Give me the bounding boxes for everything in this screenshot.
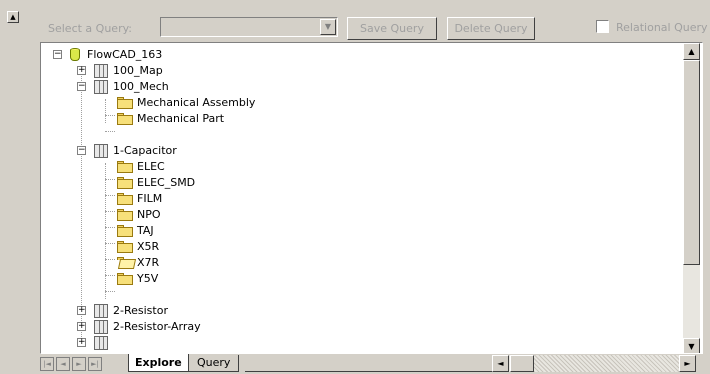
tree-leaf-label: X7R [137,256,160,269]
tree-group-label: 2-Resistor [113,304,168,317]
tree-group-2-resistor-array[interactable]: + 2-Resistor-Array [77,319,277,335]
tree-connector [105,131,115,132]
expand-icon[interactable]: + [77,306,86,315]
table-icon [94,320,108,334]
tree-connector [105,243,115,244]
tree-leaf-mechanical-assembly[interactable]: Mechanical Assembly [117,95,367,111]
relational-query-label: Relational Query [616,21,708,34]
vertical-scrollbar[interactable]: ▲ ▼ [683,43,700,353]
folder-icon [117,97,133,109]
select-query-dropdown[interactable]: ▼ [160,17,338,37]
tree-group-2-resistor[interactable]: + 2-Resistor [77,303,277,319]
collapse-icon[interactable]: − [77,146,86,155]
explore-tree-panel: − FlowCAD_163 + 100_Map − 100_Mech Mecha… [40,42,703,354]
tree-group-100-map[interactable]: + 100_Map [77,63,277,79]
tree-group-label: 1-Capacitor [113,144,177,157]
tree-connector [105,163,106,299]
tree-leaf-label: Mechanical Part [137,112,225,125]
next-tab-icon[interactable]: ► [72,357,86,371]
folder-icon [117,161,133,173]
folder-icon [117,209,133,221]
tree-leaf-mechanical-part[interactable]: Mechanical Part [117,111,367,127]
vertical-scroll-thumb[interactable] [683,60,700,265]
tree-connector [105,99,106,123]
tree-root-label: FlowCAD_163 [87,48,163,61]
horizontal-scroll-thumb[interactable] [510,355,534,372]
query-toolbar: Select a Query: ▼ Save Query Delete Quer… [20,12,710,42]
table-icon [94,304,108,318]
expand-icon[interactable]: + [77,66,86,75]
tree-leaf-taj[interactable]: TAJ [117,223,317,239]
prev-tab-icon[interactable]: ◄ [56,357,70,371]
tree-leaf-label: ELEC_SMD [137,176,196,189]
expand-icon[interactable]: + [77,322,86,331]
tab-explore[interactable]: Explore [128,354,189,372]
relational-query-checkbox[interactable] [596,20,609,33]
collapse-arrow-icon[interactable]: ▲ [7,11,19,23]
folder-icon [117,177,133,189]
tree-connector [105,291,115,292]
tree-connector [105,227,115,228]
collapse-icon[interactable]: − [53,50,62,59]
folder-icon [117,225,133,237]
tree-group-1-capacitor[interactable]: − 1-Capacitor [77,143,277,159]
table-icon [94,64,108,78]
tree-leaf-x7r[interactable]: X7R [117,255,317,271]
folder-icon [117,241,133,253]
tree-leaf-label: Y5V [137,272,159,285]
tree-connector [105,275,115,276]
tree-leaf-label: FILM [137,192,163,205]
tree-leaf-label: X5R [137,240,160,253]
tab-strip-filler [245,354,497,372]
tree-leaf-elec-smd[interactable]: ELEC_SMD [117,175,317,191]
tab-query[interactable]: Query [188,355,240,372]
folder-icon [117,273,133,285]
tree-connector [81,67,82,339]
tree-leaf-y5v[interactable]: Y5V [117,271,317,287]
tree-group-partial[interactable]: + [77,335,277,351]
table-icon [94,336,108,350]
table-icon [94,80,108,94]
library-tree: − FlowCAD_163 + 100_Map − 100_Mech Mecha… [41,43,683,353]
tree-connector [105,211,115,212]
tree-connector [105,115,115,116]
last-tab-icon[interactable]: ►| [88,357,102,371]
database-icon [70,48,80,62]
folder-icon [117,193,133,205]
scroll-down-icon[interactable]: ▼ [683,338,700,353]
open-folder-icon [117,257,137,269]
tree-group-label: 2-Resistor-Array [113,320,201,333]
scroll-up-icon[interactable]: ▲ [683,43,700,60]
tree-leaf-label: Mechanical Assembly [137,96,256,109]
tree-leaf-label: NPO [137,208,161,221]
horizontal-scrollbar[interactable]: ◄ ► [492,355,696,372]
tree-leaf-npo[interactable]: NPO [117,207,317,223]
tree-leaf-label: ELEC [137,160,165,173]
expand-icon[interactable]: + [77,338,86,347]
tree-group-label: 100_Mech [113,80,169,93]
tree-leaf-label: TAJ [137,224,154,237]
scroll-left-icon[interactable]: ◄ [492,355,509,372]
tree-group-100-mech[interactable]: − 100_Mech [77,79,277,95]
dropdown-arrow-icon[interactable]: ▼ [320,19,336,35]
query-explorer-window: ▲ Select a Query: ▼ Save Query Delete Qu… [0,0,710,374]
delete-query-button[interactable]: Delete Query [447,17,535,40]
table-icon [94,144,108,158]
tree-connector [105,259,115,260]
tab-strip: |◄ ◄ ► ►| Explore Query ◄ ► [40,354,710,374]
tree-leaf-elec[interactable]: ELEC [117,159,317,175]
scroll-right-icon[interactable]: ► [679,355,696,372]
save-query-button[interactable]: Save Query [347,17,437,40]
tree-root-node[interactable]: − FlowCAD_163 [53,47,253,63]
collapse-icon[interactable]: − [77,82,86,91]
select-query-label: Select a Query: [48,22,133,35]
first-tab-icon[interactable]: |◄ [40,357,54,371]
tree-connector [105,195,115,196]
tree-leaf-film[interactable]: FILM [117,191,317,207]
tree-group-label: 100_Map [113,64,163,77]
tree-connector [105,179,115,180]
folder-icon [117,113,133,125]
tree-leaf-x5r[interactable]: X5R [117,239,317,255]
scroll-track[interactable] [534,355,679,372]
